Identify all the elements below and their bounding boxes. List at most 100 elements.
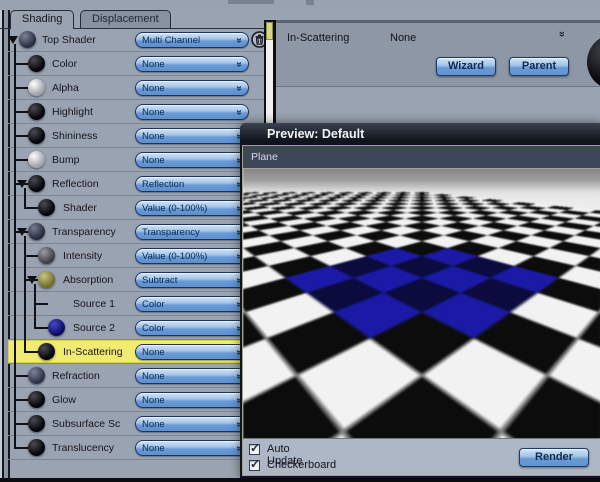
checkerboard-checkbox[interactable]: ✓ (249, 457, 260, 471)
tree-row-label: Bump (52, 154, 80, 166)
tree-row-intensity[interactable]: Intensity Value (0-100%) « (8, 244, 265, 268)
wizard-button[interactable]: Wizard (436, 57, 496, 76)
shader-type-dropdown[interactable]: Color « (135, 296, 249, 312)
tree-row-label: Glow (52, 394, 76, 406)
tree-row-label: Highlight (52, 106, 93, 118)
tree-row-subsurface-sc[interactable]: Subsurface Sc None « (8, 412, 265, 436)
tree-row-label: Refraction (52, 370, 100, 382)
tree-row-label: Source 1 (73, 298, 116, 310)
render-viewport[interactable] (243, 168, 600, 439)
chevron-down-icon: « (233, 37, 245, 43)
tree-connector-line (14, 159, 28, 161)
preview-bottom-bar: ✓ Auto Update ✓ Checkerboard Render (243, 438, 600, 475)
shader-type-dropdown[interactable]: None « (135, 416, 249, 432)
scrollbar-thumb[interactable] (266, 22, 273, 40)
shader-sphere-icon[interactable] (28, 127, 45, 144)
shader-type-dropdown[interactable]: Value (0-100%) « (135, 248, 249, 264)
shader-sphere-icon[interactable] (38, 343, 55, 360)
dropdown-value: Color (142, 322, 165, 334)
shader-sphere-icon[interactable] (19, 31, 36, 48)
tree-row-transparency[interactable]: Transparency Transparency « (8, 220, 265, 244)
auto-update-checkbox[interactable]: ✓ (249, 441, 260, 455)
tree-connector-line (14, 44, 16, 449)
shader-sphere-icon[interactable] (28, 151, 45, 168)
tree-row-bump[interactable]: Bump None « (8, 148, 265, 172)
tree-row-label: Source 2 (73, 322, 116, 334)
tree-connector-line (24, 279, 38, 281)
shader-sphere-icon[interactable] (38, 271, 55, 288)
tree-row-in-scattering[interactable]: In-Scattering None « (8, 340, 265, 364)
tree-row-translucency[interactable]: Translucency None « (8, 436, 265, 460)
tree-row-label: Transparency (52, 226, 116, 238)
shader-sphere-icon[interactable] (28, 55, 45, 72)
tree-connector-line (34, 327, 48, 329)
tree-row-color[interactable]: Color None « (8, 52, 265, 76)
shader-sphere-icon[interactable] (28, 415, 45, 432)
shader-type-dropdown[interactable]: None « (135, 152, 249, 168)
tree-row-label: Top Shader (42, 34, 96, 46)
shader-sphere-icon[interactable] (28, 367, 45, 384)
shader-sphere-icon[interactable] (28, 79, 45, 96)
tree-row-shininess[interactable]: Shininess None « (8, 124, 265, 148)
shader-sphere-icon[interactable] (28, 439, 45, 456)
tree-row-label: Translucency (52, 442, 115, 454)
tree-row-shader[interactable]: Shader Value (0-100%) « (8, 196, 265, 220)
tree-row-label: Alpha (52, 82, 79, 94)
tree-connector-line (24, 207, 38, 209)
top-smudge (228, 0, 274, 4)
shader-type-dropdown[interactable]: Transparency « (135, 224, 249, 240)
tree-row-alpha[interactable]: Alpha None « (8, 76, 265, 100)
tree-row-top-shader[interactable]: Top Shader Multi Channel « (8, 28, 268, 52)
shader-sphere-icon[interactable] (28, 223, 45, 240)
tree-connector-line (14, 423, 28, 425)
top-strip (0, 0, 600, 10)
render-scene (243, 168, 600, 439)
render-button[interactable]: Render (519, 448, 589, 467)
tree-row-reflection[interactable]: Reflection Reflection « (8, 172, 265, 196)
chevron-down-icon[interactable]: « (556, 31, 568, 37)
shader-sphere-icon[interactable] (28, 175, 45, 192)
shader-type-dropdown[interactable]: Value (0-100%) « (135, 200, 249, 216)
channel-value-label[interactable]: None (390, 32, 416, 44)
render-sky (243, 168, 600, 194)
tab-shading[interactable]: Shading (10, 10, 75, 29)
dropdown-value: Color (142, 298, 165, 310)
shader-type-dropdown[interactable]: None « (135, 344, 249, 360)
parent-button[interactable]: Parent (509, 57, 569, 76)
floor-clip (243, 192, 600, 439)
shader-sphere-icon[interactable] (48, 319, 65, 336)
preview-window: Preview: Default Plane ✓ Auto Update ✓ C… (240, 123, 600, 478)
preview-window-body: Plane ✓ Auto Update ✓ Checkerboard Rende… (242, 145, 600, 476)
shader-type-dropdown[interactable]: None « (135, 128, 249, 144)
tree-row-label: Reflection (52, 178, 99, 190)
tree-connector-line (14, 111, 28, 113)
shader-sphere-icon[interactable] (28, 103, 45, 120)
shader-type-dropdown[interactable]: Reflection « (135, 176, 249, 192)
checkerboard-label: Checkerboard (267, 459, 337, 471)
tree-row-refraction[interactable]: Refraction None « (8, 364, 265, 388)
shader-type-dropdown[interactable]: None « (135, 392, 249, 408)
shader-type-dropdown[interactable]: Multi Channel « (135, 32, 249, 48)
dropdown-value: None (142, 346, 165, 358)
tree-row-glow[interactable]: Glow None « (8, 388, 265, 412)
dropdown-value: Value (0-100%) (142, 202, 208, 214)
tab-displacement[interactable]: Displacement (80, 10, 171, 29)
dropdown-value: Reflection (142, 178, 185, 190)
tree-connector-line (24, 255, 38, 257)
shader-type-dropdown[interactable]: Subtract « (135, 272, 249, 288)
shader-sphere-icon[interactable] (28, 391, 45, 408)
shader-sphere-icon[interactable] (38, 199, 55, 216)
expander-triangle-icon[interactable] (8, 36, 18, 44)
shader-type-dropdown[interactable]: None « (135, 104, 249, 120)
preview-window-titlebar[interactable]: Preview: Default (240, 123, 600, 145)
shader-type-dropdown[interactable]: None « (135, 56, 249, 72)
tree-connector-line (14, 399, 28, 401)
shader-type-dropdown[interactable]: None « (135, 440, 249, 456)
shader-type-dropdown[interactable]: Color « (135, 320, 249, 336)
shader-type-dropdown[interactable]: None « (135, 80, 249, 96)
top-smudge (306, 0, 314, 5)
shader-type-dropdown[interactable]: None « (135, 368, 249, 384)
tree-row-absorption[interactable]: Absorption Subtract « (8, 268, 265, 292)
shader-sphere-icon[interactable] (38, 247, 55, 264)
tree-row-highlight[interactable]: Highlight None « (8, 100, 265, 124)
